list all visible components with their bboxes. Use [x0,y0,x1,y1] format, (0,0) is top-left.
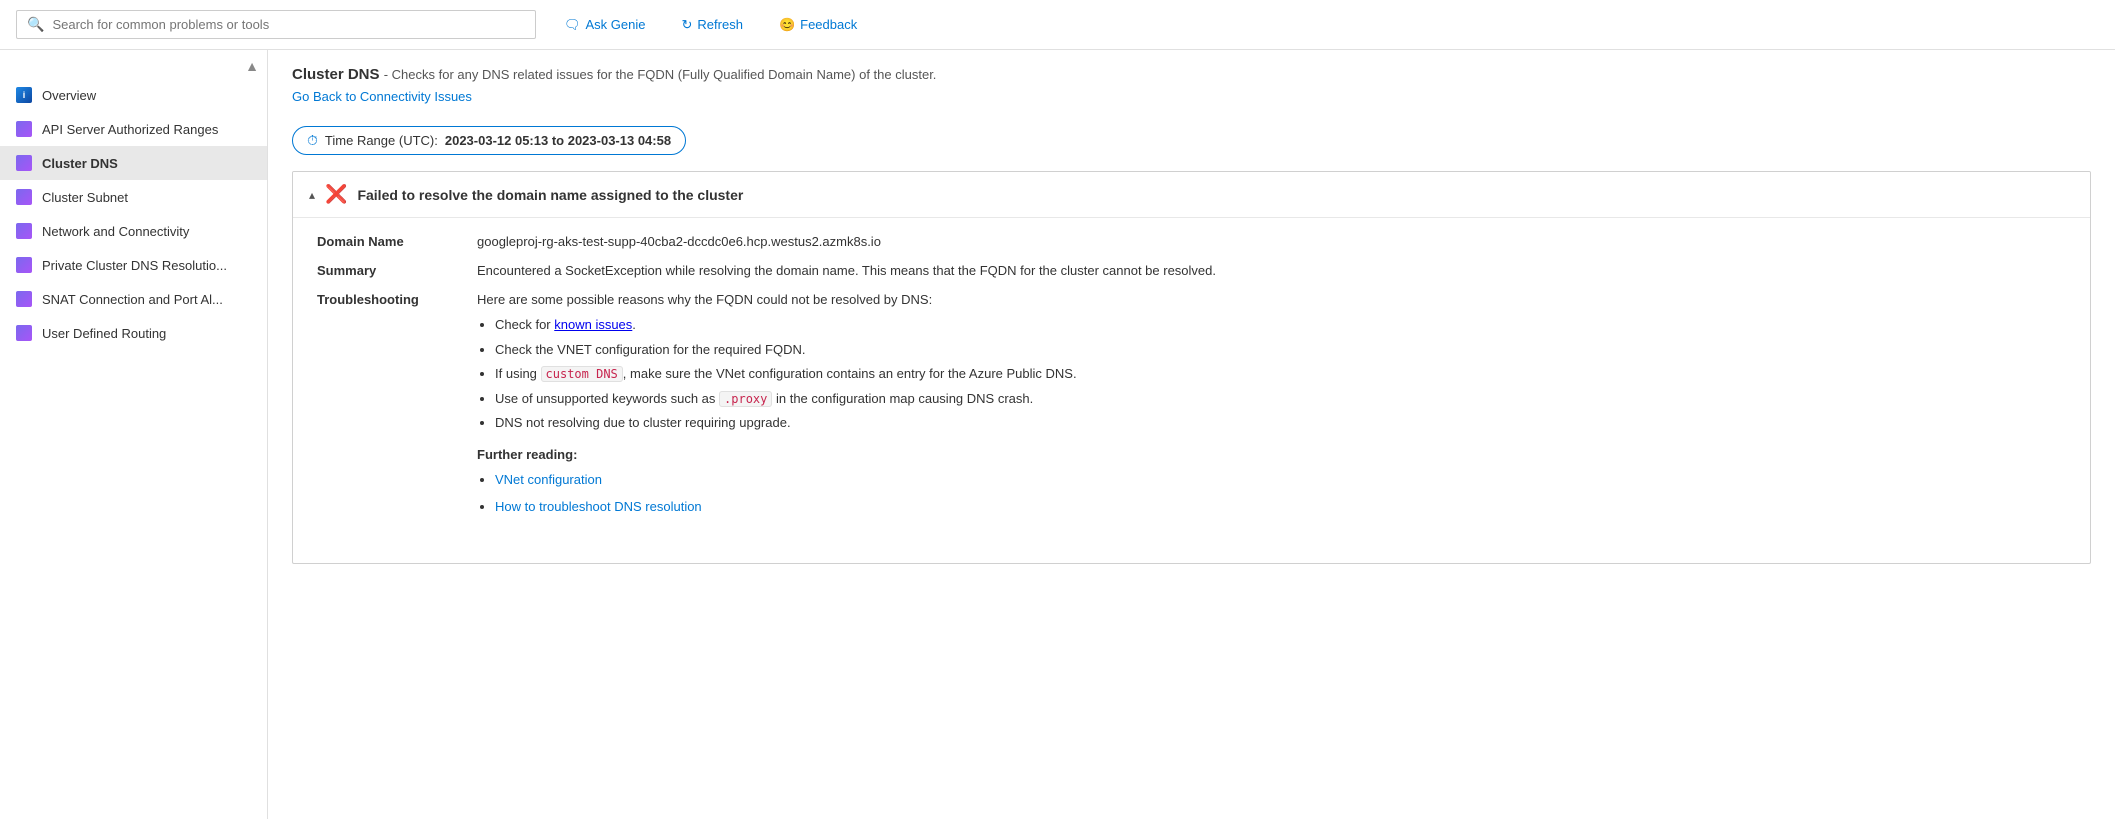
clock-icon: ⏱ [307,132,318,149]
custom-dns-code: custom DNS [541,366,623,382]
dns-troubleshoot-link[interactable]: How to troubleshoot DNS resolution [495,499,702,514]
vnet-config-link[interactable]: VNet configuration [495,472,602,487]
result-body: Domain Name googleproj-rg-aks-test-supp-… [293,218,2090,563]
time-range-value: 2023-03-12 05:13 to 2023-03-13 04:58 [445,133,671,148]
troubleshooting-item-3: If using custom DNS, make sure the VNet … [495,364,2066,384]
api-server-icon [16,121,32,137]
result-header: ▴ ❌ Failed to resolve the domain name as… [293,172,2090,218]
search-input[interactable] [52,17,525,32]
troubleshooting-intro: Here are some possible reasons why the F… [477,292,2066,307]
collapse-button[interactable]: ▴ [309,188,315,202]
summary-row: Summary Encountered a SocketException wh… [317,263,2066,278]
page-header: Cluster DNS - Checks for any DNS related… [292,66,2091,104]
troubleshooting-label: Troubleshooting [317,292,477,525]
summary-value: Encountered a SocketException while reso… [477,263,2066,278]
sidebar-item-user-routing[interactable]: User Defined Routing [0,316,267,350]
troubleshooting-row: Troubleshooting Here are some possible r… [317,292,2066,525]
overview-icon: i [16,87,32,103]
troubleshooting-list: Check for known issues. Check the VNET c… [477,315,2066,433]
result-card: ▴ ❌ Failed to resolve the domain name as… [292,171,2091,564]
page-title: Cluster DNS - Checks for any DNS related… [292,66,2091,83]
summary-label: Summary [317,263,477,278]
feedback-button[interactable]: 😊 Feedback [771,13,865,37]
sidebar-item-network-connectivity[interactable]: Network and Connectivity [0,214,267,248]
sidebar-item-private-cluster[interactable]: Private Cluster DNS Resolutio... [0,248,267,282]
sidebar-item-snat[interactable]: SNAT Connection and Port Al... [0,282,267,316]
ask-genie-button[interactable]: 🗨 Ask Genie [556,13,654,37]
snat-icon [16,291,32,307]
refresh-button[interactable]: ↻ Refresh [674,13,751,37]
sidebar-item-overview[interactable]: i Overview [0,78,267,112]
domain-label: Domain Name [317,234,477,249]
known-issues-link[interactable]: known issues [554,317,632,332]
sidebar-collapse-arrow[interactable]: ▲ [0,54,267,78]
result-title: Failed to resolve the domain name assign… [357,187,743,203]
cluster-dns-icon [16,155,32,171]
user-routing-icon [16,325,32,341]
time-range-selector[interactable]: ⏱ Time Range (UTC): 2023-03-12 05:13 to … [292,126,686,155]
further-reading-label: Further reading: [477,447,2066,462]
further-reading-item-2: How to troubleshoot DNS resolution [495,497,2066,517]
feedback-icon: 😊 [779,17,795,33]
refresh-icon: ↻ [682,17,693,33]
private-cluster-icon [16,257,32,273]
sidebar-item-cluster-dns[interactable]: Cluster DNS [0,146,267,180]
further-reading-list: VNet configuration How to troubleshoot D… [477,470,2066,517]
proxy-code: .proxy [719,391,772,407]
sidebar: ▲ i Overview API Server Authorized Range… [0,50,268,819]
search-icon: 🔍 [27,16,44,33]
genie-icon: 🗨 [564,17,581,33]
back-link[interactable]: Go Back to Connectivity Issues [292,89,472,104]
main-layout: ▲ i Overview API Server Authorized Range… [0,50,2115,819]
error-icon: ❌ [325,184,347,205]
domain-name-row: Domain Name googleproj-rg-aks-test-supp-… [317,234,2066,249]
sidebar-item-cluster-subnet[interactable]: Cluster Subnet [0,180,267,214]
search-box[interactable]: 🔍 [16,10,536,39]
cluster-subnet-icon [16,189,32,205]
troubleshooting-item-2: Check the VNET configuration for the req… [495,340,2066,360]
top-bar: 🔍 🗨 Ask Genie ↻ Refresh 😊 Feedback [0,0,2115,50]
network-icon [16,223,32,239]
sidebar-item-api-server[interactable]: API Server Authorized Ranges [0,112,267,146]
troubleshooting-item-4: Use of unsupported keywords such as .pro… [495,389,2066,409]
top-actions: 🗨 Ask Genie ↻ Refresh 😊 Feedback [556,13,865,37]
troubleshooting-item-1: Check for known issues. [495,315,2066,335]
troubleshooting-content: Here are some possible reasons why the F… [477,292,2066,525]
time-range-label: Time Range (UTC): [325,133,438,148]
domain-value: googleproj-rg-aks-test-supp-40cba2-dccdc… [477,234,2066,249]
troubleshooting-item-5: DNS not resolving due to cluster requiri… [495,413,2066,433]
content-area: Cluster DNS - Checks for any DNS related… [268,50,2115,819]
further-reading-item-1: VNet configuration [495,470,2066,490]
